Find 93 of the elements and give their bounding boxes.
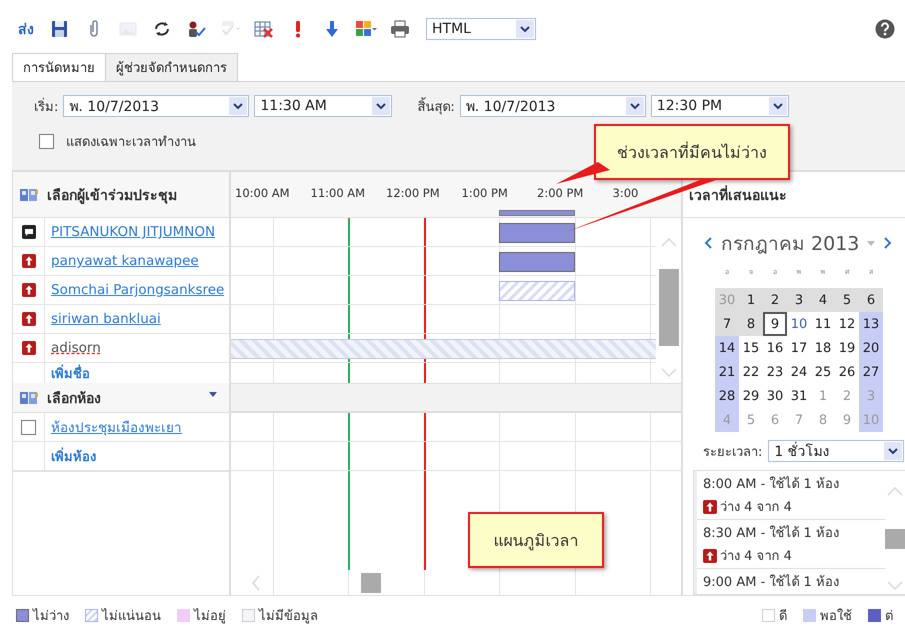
attendee-name: adisorn [50,340,101,356]
tab[interactable]: การนัดหมาย [12,53,106,81]
suggestion-time: 9:00 AM - ใช้ได้ 1 ห้อง [703,573,840,592]
calendar-day[interactable]: 6 [859,288,883,312]
hour-label: 11:00 AM [310,186,366,200]
checkbox[interactable] [21,420,36,434]
calendar-day[interactable]: 15 [739,336,763,360]
dropdown-icon [768,97,787,115]
legend-label: ไม่อยู่ [194,607,226,626]
scroll-thumb[interactable] [885,528,905,548]
calendar-day[interactable]: 29 [739,384,763,408]
caret-icon[interactable] [209,392,217,397]
calendar-day[interactable]: 24 [787,360,811,384]
calendar-day[interactable]: 21 [715,360,739,384]
add-name-link[interactable]: เพิ่มชื่อ [45,363,90,383]
hour-label: 3:00 [612,186,638,200]
dropdown-icon [516,20,534,38]
calendar-day[interactable]: 28 [715,384,739,408]
hour-label: 10:00 AM [235,186,290,200]
legend-label: ไม่แน่นอน [102,607,161,626]
calendar-day[interactable]: 26 [835,360,859,384]
legend-label: ดี [779,608,787,626]
address-book-icon [19,390,39,406]
dropdown-icon [229,97,248,115]
dropdown-icon [626,97,644,115]
tab[interactable]: ผู้ช่วยจัดกำหนดการ [105,53,238,81]
room-link[interactable]: ห้องประชุมเมืองพะเยา [45,416,182,438]
start-label: เริ่ม: [34,96,58,116]
end-time-select[interactable]: 12:30 PM [650,95,789,117]
help-icon[interactable] [875,19,895,39]
calendar-day[interactable]: 10 [787,312,811,336]
calendar-day[interactable]: 31 [787,384,811,408]
calendar-day[interactable]: 30 [763,384,787,408]
legend-label: ไม่ว่าง [33,607,69,626]
callout-box: ช่วงเวลาที่มีคนไม่ว่าง [594,124,790,180]
checkbox[interactable] [39,134,54,149]
calendar-day[interactable]: 16 [763,336,787,360]
calendar-day[interactable]: 22 [739,360,763,384]
legend-label: พอใช้ [820,608,852,626]
next-month-icon[interactable] [883,236,894,250]
calendar-day[interactable]: 20 [859,336,883,360]
format-select[interactable]: HTML [426,18,536,40]
dropdown-icon [884,442,902,460]
calendar-day[interactable]: 3 [787,288,811,312]
month-title: กรกฎาคม 2013 [721,232,860,257]
calendar-day[interactable]: 7 [715,312,739,336]
calendar-day[interactable]: 12 [835,312,859,336]
legend-label: ต่ [885,608,893,626]
checkbox-label: แสดงเฉพาะเวลาทำงาน [66,134,196,152]
dropdown-icon [372,97,390,115]
calendar-day[interactable]: 2 [763,288,787,312]
hour-label: 12:00 PM [386,186,440,200]
calendar-day[interactable]: 5 [835,288,859,312]
hour-label: 1:00 PM [462,186,508,200]
calendar-day[interactable]: 8 [739,312,763,336]
suggestion-time: 8:00 AM - ใช้ได้ 1 ห้อง [703,475,840,494]
end-date-select[interactable]: พ. 10/7/2013 [460,95,646,117]
availability-text: ว่าง 4 จาก 4 [720,499,792,517]
calendar-day[interactable]: 17 [787,336,811,360]
hour-label: 2:00 PM [537,186,584,200]
start-date-select[interactable]: พ. 10/7/2013 [63,95,250,117]
availability-text: ว่าง 4 จาก 4 [720,548,792,566]
suggestion-time: 8:30 AM - ใช้ได้ 1 ห้อง [703,524,840,543]
attendee-link[interactable]: siriwan bankluai [45,311,161,327]
calendar-day[interactable]: 14 [715,336,739,360]
calendar-day[interactable]: 25 [811,360,835,384]
address-book-icon [19,186,39,202]
start-time-select[interactable]: 11:30 AM [254,95,392,117]
scroll-thumb[interactable] [658,269,678,346]
send-button[interactable]: ส่ง [18,18,38,40]
calendar-day[interactable]: 1 [739,288,763,312]
calendar-day[interactable]: 19 [835,336,859,360]
duration-select[interactable]: 1 ชั่วโมง [768,440,904,462]
end-label: สิ้นสุด: [417,96,455,116]
calendar-day[interactable]: 9 [763,312,787,336]
calendar-day[interactable]: 11 [811,312,835,336]
section-title: เลือกผู้เข้าร่วมประชุม [47,186,177,206]
attendee-link[interactable]: Somchai Parjongsanksree [45,282,224,298]
calendar-day[interactable]: 13 [859,312,883,336]
attendee-link[interactable]: PITSANUKON JITJUMNON [45,224,216,240]
duration-label: ระยะเวลา: [703,444,762,462]
scroll-thumb[interactable] [361,573,381,593]
calendar-day[interactable]: 18 [811,336,835,360]
calendar-day[interactable]: 27 [859,360,883,384]
previous-month-icon[interactable] [703,236,713,250]
calendar-day[interactable]: 23 [763,360,787,384]
calendar-day[interactable]: 4 [811,288,835,312]
section-title: เลือกห้อง [47,390,101,408]
attendee-link[interactable]: panyawat kanawapee [45,253,199,269]
callout-box: แผนภูมิเวลา [468,512,604,568]
printer-icon[interactable] [388,18,412,40]
legend-label: ไม่มีข้อมูล [259,607,318,626]
add-room-link[interactable]: เพิ่มห้อง [45,446,96,466]
